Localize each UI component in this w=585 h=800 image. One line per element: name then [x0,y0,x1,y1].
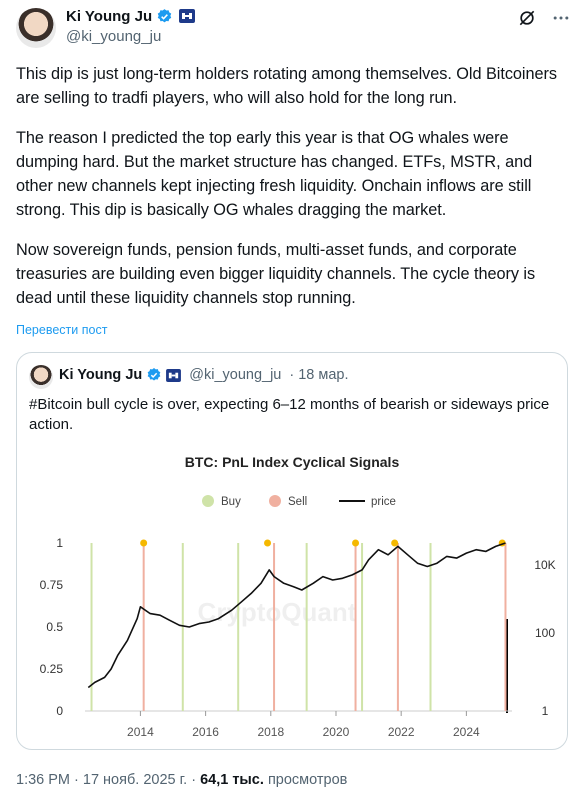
top-signal-marker [391,539,399,547]
tweet-paragraph: Now sovereign funds, pension funds, mult… [16,241,536,307]
y-left-tick-label: 0 [56,704,63,718]
legend-label: price [371,496,396,508]
legend-label: Buy [221,496,241,508]
x-tick-label: 2022 [388,725,415,739]
y-right-tick-label: 1 [542,704,549,718]
legend-swatch-buy [202,495,214,507]
quote-separator: · [289,367,295,383]
post-timestamp[interactable]: 1:36 PM · 17 нояб. 2025 г. [16,772,187,788]
chart-watermark: CryptoQuant [198,597,357,627]
y-right-tick-label: 100 [535,626,555,640]
legend-label: Sell [288,496,307,508]
views-count: 64,1 тыс. [200,772,264,788]
post-footer: 1:36 PM · 17 нояб. 2025 г. · 64,1 тыс. п… [16,772,347,788]
pnl-index-chart: BTC: PnL Index Cyclical Signals Buy Sell pr… [40,454,556,739]
author-handle[interactable]: @ki_young_ju [66,28,161,45]
verified-badge-icon [147,368,161,381]
quote-author-handle: @ki_young_ju [189,367,282,383]
footer-separator: · [191,772,197,788]
more-options-icon[interactable] [551,8,571,28]
x-tick-label: 2020 [323,725,350,739]
x-tick-label: 2018 [257,725,284,739]
affiliate-badge-icon [166,368,182,382]
quote-author-name: Ki Young Ju [59,367,143,383]
tweet-paragraph: This dip is just long-term holders rotat… [16,65,557,107]
y-left-tick-label: 0.75 [40,578,64,592]
top-signal-marker [140,539,148,547]
quote-text: #Bitcoin bull cycle is over, expecting 6… [29,396,550,433]
tweet-text: This dip is just long-term holders rotat… [16,62,571,326]
grok-icon[interactable] [517,8,537,28]
quote-author-avatar [29,365,53,389]
translate-post-link[interactable]: Перевести пост [16,323,107,337]
author-name[interactable]: Ki Young Ju [66,8,152,25]
top-signal-marker [352,539,360,547]
quote-date: 18 мар. [298,367,349,383]
quoted-post[interactable]: Ki Young Ju @ki_young_ju · 18 мар. #Bitc… [16,352,568,750]
legend-swatch-sell [269,495,281,507]
x-tick-label: 2016 [192,725,219,739]
top-signal-marker [264,539,272,547]
affiliate-badge-icon [179,9,196,23]
y-left-tick-label: 1 [56,536,63,550]
tweet-paragraph: The reason I predicted the top early thi… [16,129,533,219]
x-tick-label: 2014 [127,725,154,739]
views-label: просмотров [267,772,348,788]
chart-title: BTC: PnL Index Cyclical Signals [185,454,400,470]
x-tick-label: 2024 [453,725,480,739]
y-left-tick-label: 0.5 [46,620,63,634]
verified-badge-icon [157,8,172,22]
author-avatar[interactable] [16,8,56,48]
y-left-tick-label: 0.25 [40,662,64,676]
y-right-tick-label: 10K [534,558,555,572]
